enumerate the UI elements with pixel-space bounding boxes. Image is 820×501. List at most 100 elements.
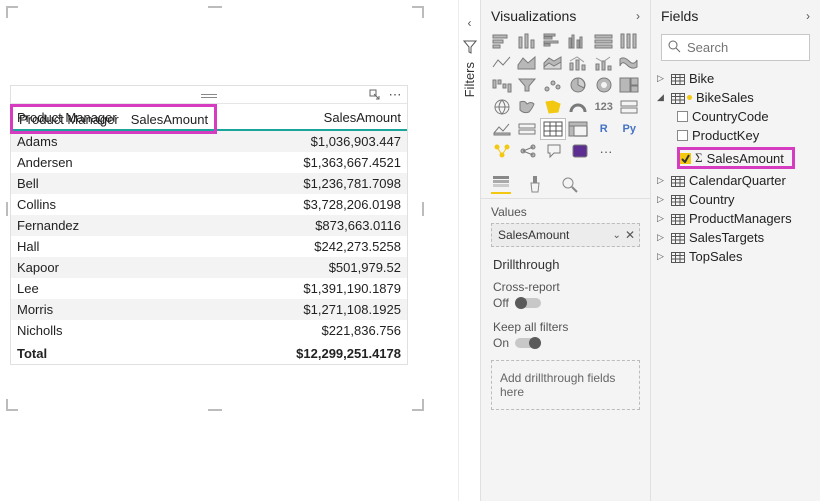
stacked-bar-icon[interactable] — [489, 30, 515, 52]
combo-chart-icon[interactable] — [566, 52, 592, 74]
well-chevron-down-icon[interactable]: ⌄ — [613, 230, 621, 241]
table-node-bike[interactable]: ▷Bike — [655, 69, 814, 88]
stacked-column-100-icon[interactable] — [617, 30, 643, 52]
field-node-countrycode[interactable]: CountryCode — [655, 107, 814, 126]
report-canvas[interactable]: Product Manager SalesAmount Adams$1,036,… — [0, 0, 458, 501]
field-checkbox[interactable] — [677, 111, 688, 122]
fields-title: Fields — [661, 8, 698, 24]
matrix-icon[interactable] — [566, 118, 592, 140]
clustered-column-icon[interactable] — [566, 30, 592, 52]
table-icon — [671, 73, 685, 84]
fields-search[interactable] — [661, 34, 810, 61]
field-label: ProductKey — [692, 128, 759, 143]
table-icon — [671, 92, 685, 103]
fields-pane: Fields › ▷Bike◢BikeSales CountryCode Produ… — [650, 0, 820, 501]
field-label: CountryCode — [692, 109, 769, 124]
app-root: Product Manager SalesAmount Adams$1,036,… — [0, 0, 820, 501]
fields-tab-icon[interactable] — [491, 174, 511, 194]
keep-filters-toggle[interactable] — [515, 338, 541, 348]
combo-chart-2-icon[interactable] — [591, 52, 617, 74]
stacked-area-icon[interactable] — [540, 52, 566, 74]
format-tabs — [481, 168, 650, 199]
expand-icon[interactable]: ▷ — [657, 232, 667, 243]
more-visuals-icon[interactable]: ··· — [593, 140, 619, 162]
shape-map-icon[interactable] — [540, 96, 566, 118]
table-node-calendarquarter[interactable]: ▷CalendarQuarter — [655, 171, 814, 190]
values-field-well[interactable]: SalesAmount ⌄ ✕ — [491, 223, 640, 247]
table-icon[interactable] — [540, 118, 566, 140]
key-influencers-icon[interactable] — [489, 140, 515, 162]
well-remove-icon[interactable]: ✕ — [625, 228, 635, 242]
filter-funnel-icon — [463, 40, 477, 54]
values-well-label: Values — [481, 199, 650, 221]
power-apps-icon[interactable] — [567, 140, 593, 162]
active-dot-icon — [687, 95, 692, 100]
table-label: SalesTargets — [689, 230, 764, 245]
table-label: Country — [689, 192, 735, 207]
search-icon — [668, 40, 681, 56]
table-icon — [671, 213, 685, 224]
scatter-icon[interactable] — [540, 74, 566, 96]
expand-filters-icon[interactable]: ‹ — [468, 16, 472, 30]
selection-frame — [6, 6, 424, 411]
area-chart-icon[interactable] — [515, 52, 541, 74]
map-icon[interactable] — [489, 96, 515, 118]
slicer-icon[interactable] — [515, 118, 541, 140]
expand-icon[interactable]: ▷ — [657, 175, 667, 186]
ribbon-chart-icon[interactable] — [617, 52, 643, 74]
table-icon — [671, 194, 685, 205]
filters-pane-collapsed[interactable]: ‹ Filters — [458, 0, 480, 501]
keep-filters-state: On — [493, 336, 509, 350]
format-tab-icon[interactable] — [525, 174, 545, 194]
expand-icon[interactable]: ▷ — [657, 73, 667, 84]
sigma-icon: Σ — [695, 150, 703, 166]
cross-report-state: Off — [493, 296, 509, 310]
python-visual-icon[interactable]: Py — [617, 118, 643, 140]
field-node-salesamount[interactable]: Σ SalesAmount — [655, 145, 814, 171]
stacked-column-icon[interactable] — [515, 30, 541, 52]
table-node-productmanagers[interactable]: ▷ProductManagers — [655, 209, 814, 228]
table-node-bikesales[interactable]: ◢BikeSales — [655, 88, 814, 107]
expand-icon[interactable]: ▷ — [657, 251, 667, 262]
expand-icon[interactable]: ▷ — [657, 194, 667, 205]
filled-map-icon[interactable] — [515, 96, 541, 118]
qa-visual-icon[interactable] — [541, 140, 567, 162]
table-node-topsales[interactable]: ▷TopSales — [655, 247, 814, 266]
collapse-fields-icon[interactable]: › — [806, 9, 810, 23]
field-node-productkey[interactable]: ProductKey — [655, 126, 814, 145]
drillthrough-heading: Drillthrough — [481, 257, 650, 276]
gauge-icon[interactable] — [566, 96, 592, 118]
decomposition-tree-icon[interactable] — [515, 140, 541, 162]
pie-icon[interactable] — [566, 74, 592, 96]
treemap-icon[interactable] — [617, 74, 643, 96]
waterfall-icon[interactable] — [489, 74, 515, 96]
visualizations-title: Visualizations — [491, 8, 576, 24]
expand-icon[interactable]: ▷ — [657, 213, 667, 224]
well-field-name: SalesAmount — [498, 228, 613, 242]
card-icon[interactable]: 123 — [591, 96, 617, 118]
line-chart-icon[interactable] — [489, 52, 515, 74]
field-label: SalesAmount — [707, 151, 784, 166]
kpi-icon[interactable] — [489, 118, 515, 140]
r-visual-icon[interactable]: R — [591, 118, 617, 140]
expand-icon[interactable]: ◢ — [657, 92, 667, 103]
cross-report-label: Cross-report — [481, 276, 650, 294]
filters-label: Filters — [462, 62, 477, 97]
stacked-bar-100-icon[interactable] — [591, 30, 617, 52]
drillthrough-dropzone[interactable]: Add drillthrough fields here — [491, 360, 640, 410]
multi-row-card-icon[interactable] — [617, 96, 643, 118]
donut-icon[interactable] — [591, 74, 617, 96]
analytics-tab-icon[interactable] — [559, 174, 579, 194]
collapse-visualizations-icon[interactable]: › — [636, 9, 640, 23]
table-icon — [671, 251, 685, 262]
visualizations-pane: Visualizations › — [480, 0, 650, 501]
search-input[interactable] — [685, 39, 820, 56]
table-icon — [671, 232, 685, 243]
clustered-bar-icon[interactable] — [540, 30, 566, 52]
table-node-salestargets[interactable]: ▷ SalesTargets — [655, 228, 814, 247]
field-checkbox[interactable] — [680, 153, 691, 164]
field-checkbox[interactable] — [677, 130, 688, 141]
cross-report-toggle[interactable] — [515, 298, 541, 308]
funnel-icon[interactable] — [515, 74, 541, 96]
table-node-country[interactable]: ▷ Country — [655, 190, 814, 209]
